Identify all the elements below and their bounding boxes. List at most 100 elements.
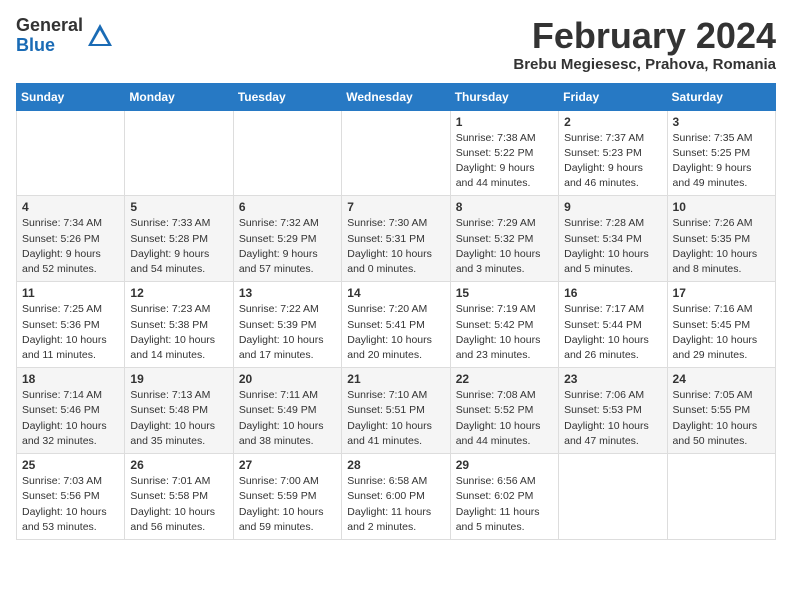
calendar-cell: 5 Sunrise: 7:33 AMSunset: 5:28 PMDaylight… [125,196,233,282]
calendar-cell: 3 Sunrise: 7:35 AMSunset: 5:25 PMDaylight… [667,110,775,196]
day-number: 15 [456,286,553,300]
calendar-header-row: SundayMondayTuesdayWednesdayThursdayFrid… [17,83,776,110]
calendar-cell: 7Sunrise: 7:30 AMSunset: 5:31 PMDaylight… [342,196,450,282]
calendar-cell [559,454,667,540]
calendar-cell [17,110,125,196]
day-info: Sunrise: 7:35 AMSunset: 5:25 PMDaylight:… [673,131,770,192]
day-number: 14 [347,286,444,300]
weekday-header-tuesday: Tuesday [233,83,341,110]
calendar-cell: 20Sunrise: 7:11 AMSunset: 5:49 PMDayligh… [233,368,341,454]
calendar-cell: 6 Sunrise: 7:32 AMSunset: 5:29 PMDaylight… [233,196,341,282]
day-number: 7 [347,200,444,214]
day-number: 3 [673,115,770,129]
day-info: Sunrise: 7:01 AMSunset: 5:58 PMDaylight:… [130,474,227,535]
day-number: 1 [456,115,553,129]
day-number: 9 [564,200,661,214]
day-info: Sunrise: 7:14 AMSunset: 5:46 PMDaylight:… [22,388,119,449]
weekday-header-saturday: Saturday [667,83,775,110]
calendar-cell: 22 Sunrise: 7:08 AMSunset: 5:52 PMDayligh… [450,368,558,454]
day-info: Sunrise: 7:03 AMSunset: 5:56 PMDaylight:… [22,474,119,535]
day-number: 5 [130,200,227,214]
day-number: 18 [22,372,119,386]
calendar-cell: 2 Sunrise: 7:37 AMSunset: 5:23 PMDaylight… [559,110,667,196]
month-year-title: February 2024 [513,16,776,56]
day-info: Sunrise: 7:37 AMSunset: 5:23 PMDaylight:… [564,131,661,192]
calendar-cell: 15 Sunrise: 7:19 AMSunset: 5:42 PMDayligh… [450,282,558,368]
day-info: Sunrise: 7:20 AMSunset: 5:41 PMDaylight:… [347,302,444,363]
logo-icon [86,22,114,50]
calendar-cell: 14 Sunrise: 7:20 AMSunset: 5:41 PMDayligh… [342,282,450,368]
day-number: 23 [564,372,661,386]
day-info: Sunrise: 7:34 AMSunset: 5:26 PMDaylight:… [22,216,119,277]
calendar-cell: 1 Sunrise: 7:38 AMSunset: 5:22 PMDaylight… [450,110,558,196]
location-subtitle: Brebu Megiesesc, Prahova, Romania [513,56,776,73]
day-number: 20 [239,372,336,386]
calendar-week-row: 25Sunrise: 7:03 AMSunset: 5:56 PMDayligh… [17,454,776,540]
calendar-week-row: 11 Sunrise: 7:25 AMSunset: 5:36 PMDayligh… [17,282,776,368]
day-number: 10 [673,200,770,214]
day-info: Sunrise: 7:19 AMSunset: 5:42 PMDaylight:… [456,302,553,363]
day-number: 8 [456,200,553,214]
day-info: Sunrise: 7:28 AMSunset: 5:34 PMDaylight:… [564,216,661,277]
day-info: Sunrise: 7:16 AMSunset: 5:45 PMDaylight:… [673,302,770,363]
calendar-cell: 13 Sunrise: 7:22 AMSunset: 5:39 PMDayligh… [233,282,341,368]
day-number: 28 [347,458,444,472]
calendar-cell: 19 Sunrise: 7:13 AMSunset: 5:48 PMDayligh… [125,368,233,454]
day-number: 29 [456,458,553,472]
calendar-cell: 23Sunrise: 7:06 AMSunset: 5:53 PMDayligh… [559,368,667,454]
calendar-cell [342,110,450,196]
day-info: Sunrise: 6:56 AMSunset: 6:02 PMDaylight:… [456,474,553,535]
weekday-header-friday: Friday [559,83,667,110]
calendar-cell [233,110,341,196]
day-number: 12 [130,286,227,300]
day-number: 19 [130,372,227,386]
weekday-header-monday: Monday [125,83,233,110]
day-number: 22 [456,372,553,386]
day-info: Sunrise: 7:08 AMSunset: 5:52 PMDaylight:… [456,388,553,449]
calendar-cell: 11 Sunrise: 7:25 AMSunset: 5:36 PMDayligh… [17,282,125,368]
day-number: 21 [347,372,444,386]
day-info: Sunrise: 7:38 AMSunset: 5:22 PMDaylight:… [456,131,553,192]
day-info: Sunrise: 7:33 AMSunset: 5:28 PMDaylight:… [130,216,227,277]
day-number: 4 [22,200,119,214]
calendar-week-row: 4 Sunrise: 7:34 AMSunset: 5:26 PMDaylight… [17,196,776,282]
calendar-cell: 4 Sunrise: 7:34 AMSunset: 5:26 PMDaylight… [17,196,125,282]
calendar-cell: 28 Sunrise: 6:58 AMSunset: 6:00 PMDayligh… [342,454,450,540]
calendar-table: SundayMondayTuesdayWednesdayThursdayFrid… [16,83,776,540]
day-number: 6 [239,200,336,214]
calendar-cell: 18 Sunrise: 7:14 AMSunset: 5:46 PMDayligh… [17,368,125,454]
calendar-cell: 16 Sunrise: 7:17 AMSunset: 5:44 PMDayligh… [559,282,667,368]
day-info: Sunrise: 7:00 AMSunset: 5:59 PMDaylight:… [239,474,336,535]
calendar-cell [667,454,775,540]
calendar-week-row: 18 Sunrise: 7:14 AMSunset: 5:46 PMDayligh… [17,368,776,454]
day-info: Sunrise: 6:58 AMSunset: 6:00 PMDaylight:… [347,474,444,535]
day-number: 13 [239,286,336,300]
day-number: 17 [673,286,770,300]
day-info: Sunrise: 7:13 AMSunset: 5:48 PMDaylight:… [130,388,227,449]
calendar-cell: 27 Sunrise: 7:00 AMSunset: 5:59 PMDayligh… [233,454,341,540]
calendar-cell: 9 Sunrise: 7:28 AMSunset: 5:34 PMDaylight… [559,196,667,282]
weekday-header-thursday: Thursday [450,83,558,110]
day-info: Sunrise: 7:32 AMSunset: 5:29 PMDaylight:… [239,216,336,277]
weekday-header-wednesday: Wednesday [342,83,450,110]
day-number: 16 [564,286,661,300]
day-number: 11 [22,286,119,300]
calendar-cell: 26Sunrise: 7:01 AMSunset: 5:58 PMDayligh… [125,454,233,540]
day-info: Sunrise: 7:22 AMSunset: 5:39 PMDaylight:… [239,302,336,363]
day-info: Sunrise: 7:25 AMSunset: 5:36 PMDaylight:… [22,302,119,363]
calendar-cell: 29 Sunrise: 6:56 AMSunset: 6:02 PMDayligh… [450,454,558,540]
logo: General Blue [16,16,114,56]
calendar-cell [125,110,233,196]
day-number: 2 [564,115,661,129]
day-info: Sunrise: 7:17 AMSunset: 5:44 PMDaylight:… [564,302,661,363]
calendar-week-row: 1 Sunrise: 7:38 AMSunset: 5:22 PMDaylight… [17,110,776,196]
day-info: Sunrise: 7:10 AMSunset: 5:51 PMDaylight:… [347,388,444,449]
calendar-cell: 8 Sunrise: 7:29 AMSunset: 5:32 PMDaylight… [450,196,558,282]
logo-general-text: General [16,16,83,36]
day-info: Sunrise: 7:29 AMSunset: 5:32 PMDaylight:… [456,216,553,277]
calendar-cell: 25Sunrise: 7:03 AMSunset: 5:56 PMDayligh… [17,454,125,540]
day-number: 27 [239,458,336,472]
calendar-cell: 17 Sunrise: 7:16 AMSunset: 5:45 PMDayligh… [667,282,775,368]
day-info: Sunrise: 7:26 AMSunset: 5:35 PMDaylight:… [673,216,770,277]
calendar-cell: 12Sunrise: 7:23 AMSunset: 5:38 PMDayligh… [125,282,233,368]
